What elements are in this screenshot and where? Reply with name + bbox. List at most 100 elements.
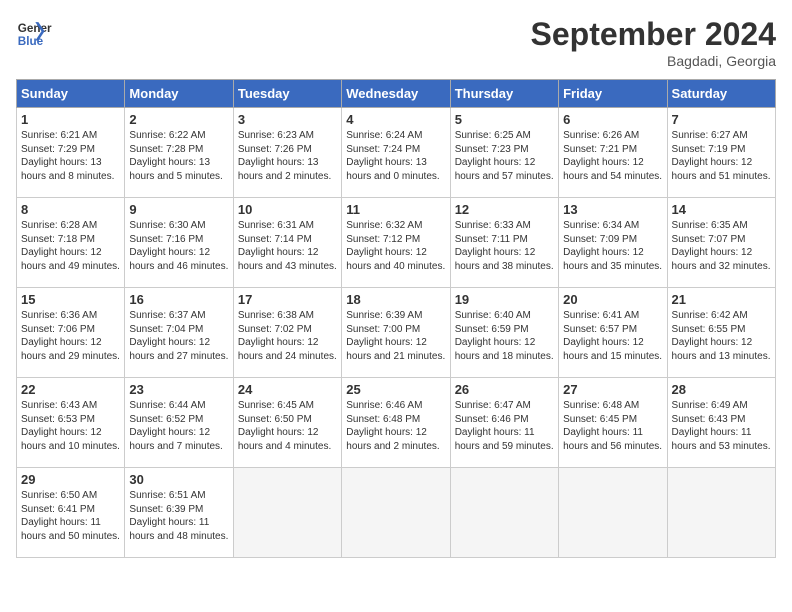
- day-number: 18: [346, 292, 445, 307]
- day-info: Sunrise: 6:24 AMSunset: 7:24 PMDaylight …: [346, 129, 445, 183]
- day-number: 3: [238, 112, 337, 127]
- day-info: Sunrise: 6:32 AMSunset: 7:12 PMDaylight …: [346, 219, 445, 273]
- title-area: September 2024 Bagdadi, Georgia: [531, 16, 776, 69]
- day-number: 25: [346, 382, 445, 397]
- day-number: 22: [21, 382, 120, 397]
- day-header-monday: Monday: [125, 80, 233, 108]
- day-number: 26: [455, 382, 554, 397]
- calendar-cell: 11 Sunrise: 6:32 AMSunset: 7:12 PMDaylig…: [342, 198, 450, 288]
- day-info: Sunrise: 6:42 AMSunset: 6:55 PMDaylight …: [672, 309, 771, 363]
- calendar-cell: 8 Sunrise: 6:28 AMSunset: 7:18 PMDayligh…: [17, 198, 125, 288]
- calendar-cell: 29 Sunrise: 6:50 AMSunset: 6:41 PMDaylig…: [17, 468, 125, 558]
- day-number: 9: [129, 202, 228, 217]
- calendar-cell: 2 Sunrise: 6:22 AMSunset: 7:28 PMDayligh…: [125, 108, 233, 198]
- day-number: 2: [129, 112, 228, 127]
- calendar-cell: 7 Sunrise: 6:27 AMSunset: 7:19 PMDayligh…: [667, 108, 775, 198]
- calendar-cell: [342, 468, 450, 558]
- calendar-week-4: 22 Sunrise: 6:43 AMSunset: 6:53 PMDaylig…: [17, 378, 776, 468]
- day-info: Sunrise: 6:36 AMSunset: 7:06 PMDaylight …: [21, 309, 120, 363]
- day-number: 7: [672, 112, 771, 127]
- calendar-cell: 10 Sunrise: 6:31 AMSunset: 7:14 PMDaylig…: [233, 198, 341, 288]
- calendar-cell: 25 Sunrise: 6:46 AMSunset: 6:48 PMDaylig…: [342, 378, 450, 468]
- day-header-saturday: Saturday: [667, 80, 775, 108]
- calendar-cell: 13 Sunrise: 6:34 AMSunset: 7:09 PMDaylig…: [559, 198, 667, 288]
- month-title: September 2024: [531, 16, 776, 53]
- day-number: 5: [455, 112, 554, 127]
- day-header-wednesday: Wednesday: [342, 80, 450, 108]
- day-number: 20: [563, 292, 662, 307]
- day-number: 23: [129, 382, 228, 397]
- day-number: 29: [21, 472, 120, 487]
- day-info: Sunrise: 6:26 AMSunset: 7:21 PMDaylight …: [563, 129, 662, 183]
- calendar-cell: 19 Sunrise: 6:40 AMSunset: 6:59 PMDaylig…: [450, 288, 558, 378]
- day-header-tuesday: Tuesday: [233, 80, 341, 108]
- day-info: Sunrise: 6:30 AMSunset: 7:16 PMDaylight …: [129, 219, 228, 273]
- calendar-cell: 14 Sunrise: 6:35 AMSunset: 7:07 PMDaylig…: [667, 198, 775, 288]
- day-number: 21: [672, 292, 771, 307]
- day-info: Sunrise: 6:37 AMSunset: 7:04 PMDaylight …: [129, 309, 228, 363]
- logo-icon: General Blue: [16, 16, 52, 52]
- day-info: Sunrise: 6:39 AMSunset: 7:00 PMDaylight …: [346, 309, 445, 363]
- calendar-cell: 3 Sunrise: 6:23 AMSunset: 7:26 PMDayligh…: [233, 108, 341, 198]
- day-number: 10: [238, 202, 337, 217]
- calendar-cell: 6 Sunrise: 6:26 AMSunset: 7:21 PMDayligh…: [559, 108, 667, 198]
- calendar-cell: 20 Sunrise: 6:41 AMSunset: 6:57 PMDaylig…: [559, 288, 667, 378]
- calendar-cell: [667, 468, 775, 558]
- day-info: Sunrise: 6:22 AMSunset: 7:28 PMDaylight …: [129, 129, 228, 183]
- day-number: 6: [563, 112, 662, 127]
- day-info: Sunrise: 6:25 AMSunset: 7:23 PMDaylight …: [455, 129, 554, 183]
- day-info: Sunrise: 6:38 AMSunset: 7:02 PMDaylight …: [238, 309, 337, 363]
- calendar-cell: 24 Sunrise: 6:45 AMSunset: 6:50 PMDaylig…: [233, 378, 341, 468]
- day-info: Sunrise: 6:50 AMSunset: 6:41 PMDaylight …: [21, 489, 120, 543]
- day-number: 12: [455, 202, 554, 217]
- calendar-cell: 15 Sunrise: 6:36 AMSunset: 7:06 PMDaylig…: [17, 288, 125, 378]
- calendar-cell: 16 Sunrise: 6:37 AMSunset: 7:04 PMDaylig…: [125, 288, 233, 378]
- svg-text:General: General: [18, 22, 52, 35]
- calendar-cell: 21 Sunrise: 6:42 AMSunset: 6:55 PMDaylig…: [667, 288, 775, 378]
- day-number: 15: [21, 292, 120, 307]
- day-number: 19: [455, 292, 554, 307]
- calendar-cell: 30 Sunrise: 6:51 AMSunset: 6:39 PMDaylig…: [125, 468, 233, 558]
- day-info: Sunrise: 6:41 AMSunset: 6:57 PMDaylight …: [563, 309, 662, 363]
- day-info: Sunrise: 6:40 AMSunset: 6:59 PMDaylight …: [455, 309, 554, 363]
- calendar-header-row: SundayMondayTuesdayWednesdayThursdayFrid…: [17, 80, 776, 108]
- calendar-week-1: 1 Sunrise: 6:21 AMSunset: 7:29 PMDayligh…: [17, 108, 776, 198]
- day-number: 14: [672, 202, 771, 217]
- day-number: 28: [672, 382, 771, 397]
- location-title: Bagdadi, Georgia: [531, 53, 776, 69]
- day-number: 27: [563, 382, 662, 397]
- calendar-cell: 22 Sunrise: 6:43 AMSunset: 6:53 PMDaylig…: [17, 378, 125, 468]
- calendar-cell: 4 Sunrise: 6:24 AMSunset: 7:24 PMDayligh…: [342, 108, 450, 198]
- day-header-friday: Friday: [559, 80, 667, 108]
- calendar-cell: 9 Sunrise: 6:30 AMSunset: 7:16 PMDayligh…: [125, 198, 233, 288]
- day-info: Sunrise: 6:34 AMSunset: 7:09 PMDaylight …: [563, 219, 662, 273]
- calendar-cell: [450, 468, 558, 558]
- day-info: Sunrise: 6:51 AMSunset: 6:39 PMDaylight …: [129, 489, 228, 543]
- day-number: 8: [21, 202, 120, 217]
- day-info: Sunrise: 6:46 AMSunset: 6:48 PMDaylight …: [346, 399, 445, 453]
- day-header-sunday: Sunday: [17, 80, 125, 108]
- day-info: Sunrise: 6:27 AMSunset: 7:19 PMDaylight …: [672, 129, 771, 183]
- day-number: 13: [563, 202, 662, 217]
- day-number: 16: [129, 292, 228, 307]
- day-info: Sunrise: 6:31 AMSunset: 7:14 PMDaylight …: [238, 219, 337, 273]
- day-info: Sunrise: 6:33 AMSunset: 7:11 PMDaylight …: [455, 219, 554, 273]
- day-number: 30: [129, 472, 228, 487]
- day-number: 4: [346, 112, 445, 127]
- calendar-week-3: 15 Sunrise: 6:36 AMSunset: 7:06 PMDaylig…: [17, 288, 776, 378]
- calendar-week-2: 8 Sunrise: 6:28 AMSunset: 7:18 PMDayligh…: [17, 198, 776, 288]
- calendar-cell: [559, 468, 667, 558]
- day-number: 1: [21, 112, 120, 127]
- calendar-body: 1 Sunrise: 6:21 AMSunset: 7:29 PMDayligh…: [17, 108, 776, 558]
- calendar-cell: 5 Sunrise: 6:25 AMSunset: 7:23 PMDayligh…: [450, 108, 558, 198]
- calendar-cell: 18 Sunrise: 6:39 AMSunset: 7:00 PMDaylig…: [342, 288, 450, 378]
- day-number: 11: [346, 202, 445, 217]
- day-info: Sunrise: 6:23 AMSunset: 7:26 PMDaylight …: [238, 129, 337, 183]
- day-info: Sunrise: 6:49 AMSunset: 6:43 PMDaylight …: [672, 399, 771, 453]
- day-info: Sunrise: 6:45 AMSunset: 6:50 PMDaylight …: [238, 399, 337, 453]
- calendar-cell: 26 Sunrise: 6:47 AMSunset: 6:46 PMDaylig…: [450, 378, 558, 468]
- header: General Blue September 2024 Bagdadi, Geo…: [16, 16, 776, 69]
- calendar-cell: 23 Sunrise: 6:44 AMSunset: 6:52 PMDaylig…: [125, 378, 233, 468]
- calendar-cell: 1 Sunrise: 6:21 AMSunset: 7:29 PMDayligh…: [17, 108, 125, 198]
- calendar-cell: 27 Sunrise: 6:48 AMSunset: 6:45 PMDaylig…: [559, 378, 667, 468]
